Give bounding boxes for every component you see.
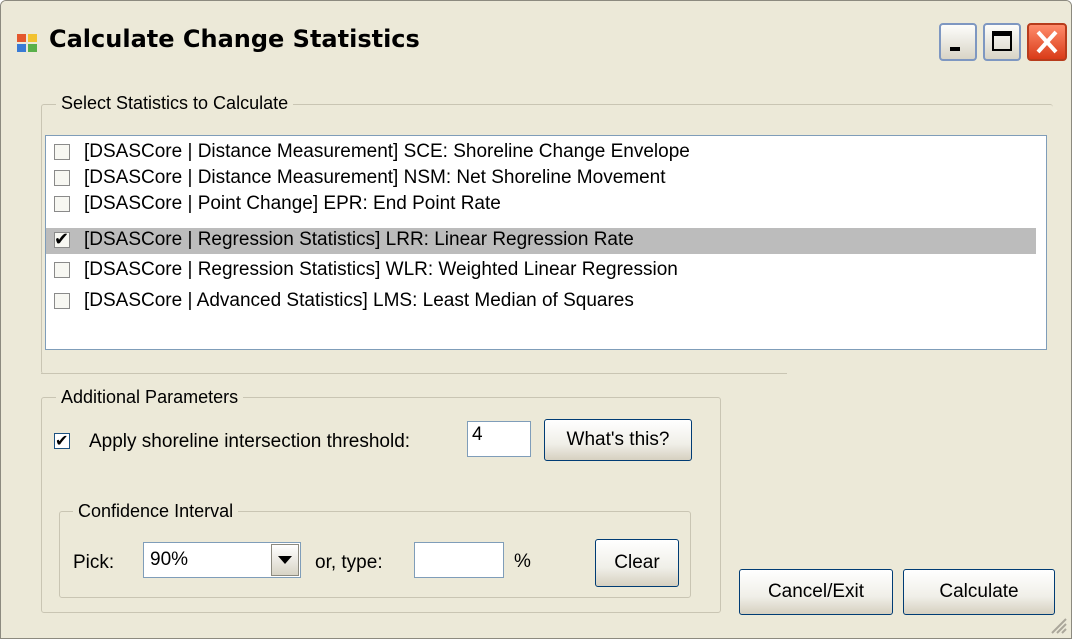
close-button[interactable] bbox=[1027, 23, 1067, 61]
statistics-listbox[interactable]: [DSASCore | Distance Measurement] SCE: S… bbox=[45, 135, 1047, 350]
calculate-change-statistics-window: Calculate Change Statistics Select Stati… bbox=[0, 0, 1072, 639]
item-checkbox[interactable] bbox=[54, 144, 70, 160]
list-item[interactable]: [DSASCore | Distance Measurement] SCE: S… bbox=[46, 140, 1036, 166]
cancel-exit-button[interactable]: Cancel/Exit bbox=[739, 569, 893, 615]
close-icon bbox=[1036, 30, 1058, 54]
resize-grip-icon[interactable] bbox=[1047, 614, 1067, 634]
select-statistics-group-edge bbox=[41, 373, 787, 374]
list-item-selected[interactable]: ✔ [DSASCore | Regression Statistics] LRR… bbox=[46, 228, 1036, 254]
item-checkbox[interactable] bbox=[54, 293, 70, 309]
maximize-icon bbox=[992, 31, 1012, 51]
confidence-pick-dropdown[interactable]: 90% bbox=[143, 542, 301, 578]
item-label: [DSASCore | Distance Measurement] SCE: S… bbox=[84, 141, 690, 162]
select-statistics-legend: Select Statistics to Calculate bbox=[56, 93, 294, 114]
item-label: [DSASCore | Distance Measurement] NSM: N… bbox=[84, 167, 666, 188]
confidence-pick-value: 90% bbox=[150, 549, 189, 570]
or-type-label: or, type: bbox=[315, 552, 383, 573]
pick-label: Pick: bbox=[73, 552, 115, 573]
check-icon: ✔ bbox=[55, 431, 69, 450]
item-label: [DSASCore | Point Change] EPR: End Point… bbox=[84, 193, 501, 214]
confidence-type-input[interactable] bbox=[414, 542, 504, 578]
item-label: [DSASCore | Advanced Statistics] LMS: Le… bbox=[84, 290, 634, 311]
minimize-button[interactable] bbox=[939, 23, 977, 61]
threshold-label: Apply shoreline intersection threshold: bbox=[89, 431, 411, 452]
whats-this-button[interactable]: What's this? bbox=[544, 419, 692, 461]
title-bar[interactable]: Calculate Change Statistics bbox=[1, 1, 1071, 81]
maximize-button[interactable] bbox=[983, 23, 1021, 61]
check-icon: ✔ bbox=[54, 229, 70, 250]
window-title: Calculate Change Statistics bbox=[49, 25, 420, 53]
list-item[interactable]: [DSASCore | Point Change] EPR: End Point… bbox=[46, 192, 1036, 218]
threshold-checkbox[interactable]: ✔ bbox=[54, 431, 70, 450]
chevron-down-icon bbox=[278, 556, 292, 564]
app-window-icon bbox=[17, 34, 37, 52]
additional-parameters-legend: Additional Parameters bbox=[56, 387, 244, 408]
list-item[interactable]: [DSASCore | Distance Measurement] NSM: N… bbox=[46, 166, 1036, 192]
dropdown-button[interactable] bbox=[271, 544, 299, 576]
item-checkbox[interactable] bbox=[54, 196, 70, 212]
item-label: [DSASCore | Regression Statistics] WLR: … bbox=[84, 259, 678, 280]
list-item[interactable]: [DSASCore | Advanced Statistics] LMS: Le… bbox=[46, 289, 1036, 315]
percent-label: % bbox=[514, 551, 531, 572]
confidence-interval-legend: Confidence Interval bbox=[73, 501, 239, 522]
item-checkbox[interactable] bbox=[54, 170, 70, 186]
threshold-input[interactable]: 4 bbox=[467, 421, 531, 457]
list-item[interactable]: [DSASCore | Regression Statistics] WLR: … bbox=[46, 258, 1036, 284]
minimize-icon bbox=[950, 47, 960, 51]
item-checkbox[interactable]: ✔ bbox=[54, 229, 70, 250]
clear-button[interactable]: Clear bbox=[595, 539, 679, 587]
item-checkbox[interactable] bbox=[54, 262, 70, 278]
item-label: [DSASCore | Regression Statistics] LRR: … bbox=[84, 229, 634, 250]
calculate-button[interactable]: Calculate bbox=[903, 569, 1055, 615]
